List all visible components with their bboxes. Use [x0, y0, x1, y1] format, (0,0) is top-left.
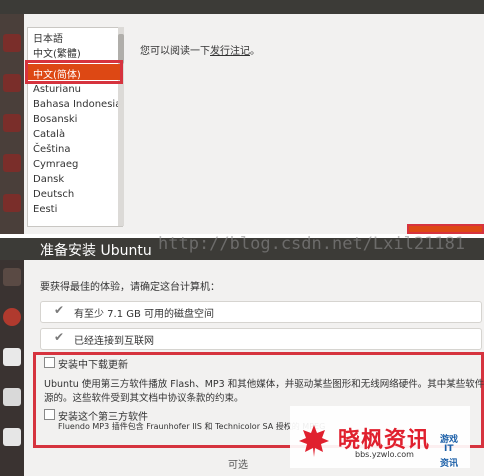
download-updates-checkbox[interactable] [44, 357, 55, 368]
third-party-description: Ubuntu 使用第三方软件播放 Flash、MP3 和其他媒体，并驱动某些图形… [44, 379, 484, 390]
fluendo-note: Fluendo MP3 插件包含 Fraunhofer IIS 和 Techni… [58, 422, 326, 431]
optional-label: 可选 [228, 460, 248, 471]
launcher-app-icon[interactable] [3, 268, 21, 286]
release-notes-text: 您可以阅读一下发行注记。 [140, 42, 260, 57]
third-party-description: 源的。这些软件受到其文档中协议条款的约束。 [44, 393, 244, 404]
intro-text: 要获得最佳的体验，请确定这台计算机： [40, 282, 220, 293]
launcher-app-icon[interactable] [3, 194, 21, 212]
maple-leaf-icon [299, 425, 329, 457]
highlight-box [25, 60, 123, 84]
language-item[interactable]: Cymraeg [33, 159, 78, 171]
launcher-app-icon[interactable] [3, 388, 21, 406]
logo-site: bbs.yzwlo.com [355, 450, 414, 459]
launcher-app-icon[interactable] [3, 114, 21, 132]
language-item[interactable]: Bosanski [33, 114, 77, 126]
launcher-app-icon[interactable] [3, 308, 21, 326]
check-icon: ✔ [54, 303, 65, 317]
launcher-app-icon[interactable] [3, 428, 21, 446]
language-item[interactable]: Čeština [33, 144, 71, 156]
launcher-app-icon[interactable] [3, 74, 21, 92]
language-item[interactable]: Dansk [33, 174, 64, 186]
language-item[interactable]: Asturianu [33, 84, 81, 96]
logo-side-text: 资讯 [440, 459, 459, 469]
download-updates-label[interactable]: 安装中下载更新 [58, 356, 128, 371]
third-party-checkbox[interactable] [44, 409, 55, 420]
top-title-bar [0, 0, 484, 14]
window-title: 准备安装 Ubuntu [40, 243, 152, 259]
language-item[interactable]: Deutsch [33, 189, 74, 201]
logo-side-text: IT [444, 444, 454, 454]
launcher-strip [0, 260, 24, 476]
language-item[interactable]: 日本語 [33, 34, 63, 46]
language-item[interactable]: Bahasa Indonesia [33, 99, 121, 111]
launcher-strip [0, 14, 24, 234]
check-icon: ✔ [54, 330, 65, 344]
continue-button-highlighted[interactable] [407, 224, 484, 234]
release-notes-link[interactable]: 发行注记 [210, 46, 250, 57]
language-list[interactable]: 日本語 中文(繁體) Asturianu Bahasa Indonesia Bo… [27, 27, 123, 227]
language-item[interactable]: Català [33, 129, 65, 141]
launcher-app-icon[interactable] [3, 348, 21, 366]
watermark-url: http://blog.csdn.net/Lxil21181 [158, 234, 466, 254]
release-notes-suffix: 。 [250, 46, 260, 57]
release-notes-prefix: 您可以阅读一下 [140, 46, 210, 57]
requirement-text: 已经连接到互联网 [74, 336, 154, 347]
language-item[interactable]: Eesti [33, 204, 57, 216]
requirement-text: 有至少 7.1 GB 可用的磁盘空间 [74, 309, 215, 320]
launcher-app-icon[interactable] [3, 34, 21, 52]
launcher-app-icon[interactable] [3, 154, 21, 172]
